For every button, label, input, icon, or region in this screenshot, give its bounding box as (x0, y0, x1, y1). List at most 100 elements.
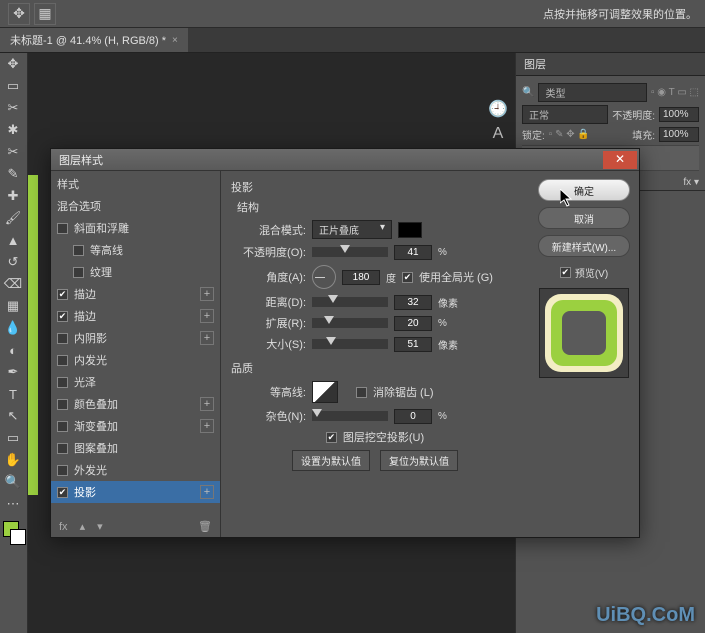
history-panel-icon[interactable]: 🕘 (488, 99, 508, 119)
opacity-slider[interactable] (312, 247, 388, 257)
toolbox: ✥ ▭ ✂ ✱ ✂ ✎ ✚ 🖌 ▲ ↺ ⌫ ▦ 💧 ◐ ✒ T ↖ ▭ ✋ 🔍 … (0, 53, 28, 633)
add-icon[interactable]: + (200, 419, 214, 433)
trash-icon[interactable]: 🗑 (198, 520, 212, 533)
antialias-label: 消除锯齿 (L) (373, 384, 434, 400)
fx-menu[interactable]: fx (59, 521, 68, 533)
style-drop-shadow[interactable]: 投影+ (51, 481, 220, 503)
blend-mode-select[interactable]: 正片叠底▾ (312, 220, 392, 239)
brush-tool[interactable]: 🖌 (0, 207, 26, 229)
style-color-overlay[interactable]: 颜色叠加+ (51, 393, 220, 415)
style-pattern-overlay[interactable]: 图案叠加 (51, 437, 220, 459)
shape-tool[interactable]: ▭ (0, 427, 26, 449)
transform-controls-icon[interactable]: ▦ (34, 3, 56, 25)
angle-dial[interactable] (312, 265, 336, 289)
add-icon[interactable]: + (200, 485, 214, 499)
structure-heading: 结构 (237, 199, 519, 215)
add-icon[interactable]: + (200, 397, 214, 411)
style-satin[interactable]: 光泽 (51, 371, 220, 393)
lasso-tool[interactable]: ✂ (0, 97, 26, 119)
lock-label: 锁定: (522, 127, 545, 142)
document-tab[interactable]: 未标题-1 @ 41.4% (H, RGB/8) * × (0, 28, 188, 52)
layer-kind-filter[interactable]: 类型 (538, 83, 647, 102)
style-contour-sub[interactable]: 等高线 (51, 239, 220, 261)
opacity-value[interactable] (394, 245, 432, 260)
dialog-titlebar[interactable]: 图层样式 ✕ (51, 149, 639, 171)
pen-tool[interactable]: ✒ (0, 361, 26, 383)
history-brush[interactable]: ↺ (0, 251, 26, 273)
knockout-checkbox[interactable] (326, 432, 337, 443)
style-inner-glow[interactable]: 内发光 (51, 349, 220, 371)
styles-list-footer: fx ▴ ▾ 🗑 (51, 516, 220, 537)
watermark: UiBQ.CoM (596, 604, 695, 627)
move-up-icon[interactable]: ▴ (80, 520, 86, 533)
close-tab-icon[interactable]: × (172, 35, 178, 46)
style-outer-glow[interactable]: 外发光 (51, 459, 220, 481)
size-slider[interactable] (312, 339, 388, 349)
style-stroke1[interactable]: 描边+ (51, 283, 220, 305)
shadow-color-swatch[interactable] (398, 222, 422, 238)
dodge-tool[interactable]: ◐ (0, 339, 26, 361)
color-swatches[interactable] (0, 521, 27, 557)
document-title: 未标题-1 @ 41.4% (H, RGB/8) * (10, 32, 166, 48)
make-default-button[interactable]: 设置为默认值 (292, 450, 370, 471)
styles-header[interactable]: 样式 (51, 173, 220, 195)
angle-label: 角度(A): (231, 269, 306, 285)
contour-picker[interactable] (312, 381, 338, 403)
reset-default-button[interactable]: 复位为默认值 (380, 450, 458, 471)
fill-label: 填充: (632, 127, 655, 142)
layer-blend-mode[interactable]: 正常 (522, 105, 608, 124)
move-down-icon[interactable]: ▾ (97, 520, 103, 533)
fill-input[interactable] (659, 127, 699, 142)
spread-slider[interactable] (312, 318, 388, 328)
type-tool[interactable]: T (0, 383, 26, 405)
eraser-tool[interactable]: ⌫ (0, 273, 26, 295)
zoom-tool[interactable]: 🔍 (0, 471, 26, 493)
new-style-button[interactable]: 新建样式(W)... (538, 235, 630, 257)
noise-value[interactable] (394, 409, 432, 424)
eyedropper-tool[interactable]: ✎ (0, 163, 26, 185)
wand-tool[interactable]: ✱ (0, 119, 26, 141)
cancel-button[interactable]: 取消 (538, 207, 630, 229)
style-inner-shadow[interactable]: 内阴影+ (51, 327, 220, 349)
stamp-tool[interactable]: ▲ (0, 229, 26, 251)
add-icon[interactable]: + (200, 287, 214, 301)
blend-mode-label: 混合模式: (231, 222, 306, 238)
background-color[interactable] (10, 529, 26, 545)
marquee-tool[interactable]: ▭ (0, 75, 26, 97)
global-light-label: 使用全局光 (G) (419, 269, 493, 285)
preview-checkbox[interactable] (560, 267, 571, 278)
knockout-label: 图层挖空投影(U) (343, 429, 424, 445)
distance-slider[interactable] (312, 297, 388, 307)
style-gradient-overlay[interactable]: 渐变叠加+ (51, 415, 220, 437)
style-texture-sub[interactable]: 纹理 (51, 261, 220, 283)
blending-options[interactable]: 混合选项 (51, 195, 220, 217)
move-tool-icon[interactable]: ✥ (8, 3, 30, 25)
style-stroke2[interactable]: 描边+ (51, 305, 220, 327)
angle-value[interactable] (342, 270, 380, 285)
gradient-tool[interactable]: ▦ (0, 295, 26, 317)
distance-value[interactable] (394, 295, 432, 310)
global-light-checkbox[interactable] (402, 272, 413, 283)
contour-label: 等高线: (231, 384, 306, 400)
close-dialog-button[interactable]: ✕ (603, 151, 637, 169)
path-tool[interactable]: ↖ (0, 405, 26, 427)
preview-label: 预览(V) (575, 265, 608, 280)
noise-slider[interactable] (312, 411, 388, 421)
blur-tool[interactable]: 💧 (0, 317, 26, 339)
move-tool[interactable]: ✥ (0, 53, 26, 75)
opacity-input[interactable] (659, 107, 699, 122)
ok-button[interactable]: 确定 (538, 179, 630, 201)
heal-tool[interactable]: ✚ (0, 185, 26, 207)
more-tools[interactable]: ⋯ (0, 493, 26, 515)
layers-tab[interactable]: 图层 (516, 53, 705, 76)
add-icon[interactable]: + (200, 331, 214, 345)
style-bevel[interactable]: 斜面和浮雕 (51, 217, 220, 239)
antialias-checkbox[interactable] (356, 387, 367, 398)
section-drop-shadow: 投影 (231, 179, 519, 195)
size-value[interactable] (394, 337, 432, 352)
hand-tool[interactable]: ✋ (0, 449, 26, 471)
add-icon[interactable]: + (200, 309, 214, 323)
spread-value[interactable] (394, 316, 432, 331)
crop-tool[interactable]: ✂ (0, 141, 26, 163)
character-panel-icon[interactable]: A (493, 125, 504, 143)
